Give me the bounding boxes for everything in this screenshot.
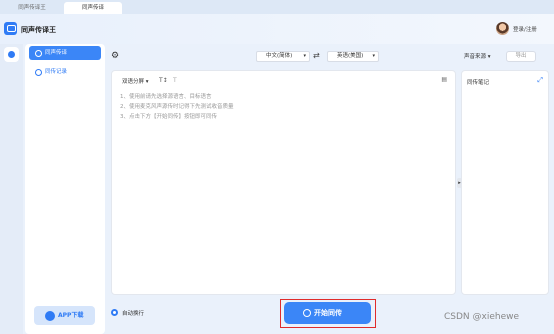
hint-line: 3、点击下方【开始同传】按钮即可同传 [120,114,218,120]
hint-line: 1、使用前请先选择源语言、目标语言 [120,94,212,100]
app-logo-icon [4,22,17,35]
chevron-down-icon: ▾ [145,79,149,85]
sidebar-item-label: 同传记录 [45,69,68,75]
tab-bar: 同声传译王 同声传译 [0,0,554,14]
sidebar: 同声传译 同传记录 APP下载 [25,44,105,334]
chevron-down-icon: ▾ [303,53,306,59]
translation-panel: 双语分屏 ▾ T↕ T ▤ 1、使用前请先选择源语言、目标语言 2、使用麦克风声… [111,70,456,295]
voice-source-label: 声音来源 [464,54,487,60]
font-size-icon[interactable]: T↕ [159,77,168,84]
notes-title: 同传笔记 [467,80,490,86]
start-label: 开始同传 [314,309,342,317]
expand-icon[interactable]: ⤢ [537,76,543,85]
sidebar-item-history[interactable]: 同传记录 [29,65,101,79]
tab-simultaneous[interactable]: 同声传译 [64,2,122,14]
chevron-down-icon: ▾ [372,53,375,59]
target-language-select[interactable]: 英语(美国) ▾ [327,51,379,62]
sidebar-item-label: 同声传译 [45,50,68,56]
export-button[interactable]: 导出 [506,51,536,62]
download-icon [45,311,55,321]
app-download-label: APP下载 [58,312,84,319]
tab-app[interactable]: 同声传译王 [2,2,62,14]
display-mode-dropdown[interactable]: 双语分屏 ▾ [122,77,149,85]
user-icon [35,49,42,57]
chat-icon[interactable] [4,47,19,62]
source-language-value: 中文(简体) [266,53,293,59]
text-style-icon[interactable]: T [173,77,177,84]
document-icon[interactable]: ▤ [441,76,447,83]
hint-line: 2、使用麦克风声源传时记得下先测试收音质量 [120,104,234,110]
source-language-select[interactable]: 中文(简体) ▾ [256,51,310,62]
app-download-button[interactable]: APP下载 [34,306,95,325]
app-title: 同声传译王 [21,26,56,34]
title-bar: 同声传译王 登录/注册 [0,14,554,44]
start-button[interactable]: 开始同传 [284,302,371,324]
avatar[interactable] [496,22,509,35]
watermark: CSDN @xiehewe [444,312,520,322]
history-icon [35,68,42,76]
login-link[interactable]: 登录/注册 [513,25,537,33]
left-rail [0,44,23,334]
sidebar-item-simultaneous[interactable]: 同声传译 [29,46,101,60]
notes-panel: 同传笔记 ⤢ [461,70,549,295]
target-language-value: 英语(美国) [337,53,364,59]
microphone-icon [303,309,311,317]
swap-icon[interactable]: ⇄ [313,51,320,61]
auto-wrap-label: 自动换行 [122,311,145,317]
display-mode-label: 双语分屏 [122,79,145,85]
voice-source-dropdown[interactable]: 声音来源 ▾ [464,52,491,60]
chevron-down-icon: ▾ [487,54,491,60]
gear-icon[interactable]: ⚙ [111,52,120,61]
radio-icon[interactable] [111,309,118,316]
